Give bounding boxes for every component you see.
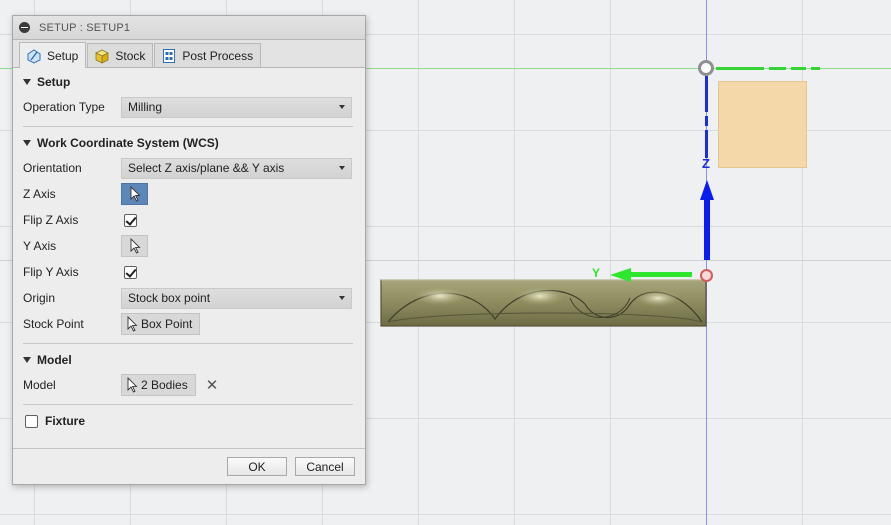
tab-post-process-label: Post Process [182,48,254,63]
flip-y-row: Flip Y Axis [13,259,365,285]
y-axis-select-button[interactable] [121,235,148,257]
stock-point-value: Box Point [141,317,193,331]
model-label: Model [23,378,56,392]
stock-edge-dashed [716,67,820,70]
stock-box[interactable] [718,81,807,168]
dropdown-caret-icon [339,166,345,170]
z-axis-label: Z Axis [23,187,56,201]
orientation-label: Orientation [23,161,82,175]
z-axis-label: Z [702,156,710,171]
setup-dialog: SETUP : SETUP1 Setup Stock Post Process … [12,15,366,485]
tab-post-process[interactable]: Post Process [154,43,262,67]
section-divider [23,343,353,344]
cursor-arrow-icon [127,316,138,332]
collapse-icon[interactable] [19,22,30,33]
origin-row: Origin Stock box point [13,285,365,311]
post-process-icon [161,48,177,64]
stock-cube-icon [94,48,110,64]
cursor-arrow-icon [130,238,141,254]
flip-y-label: Flip Y Axis [23,265,79,279]
stock-point-button[interactable]: Box Point [121,313,201,335]
operation-type-row: Operation Type Milling [13,94,365,120]
operation-type-label: Operation Type [23,100,105,114]
model-value: 2 Bodies [141,378,188,392]
chevron-down-icon [23,140,31,146]
operation-type-value: Milling [128,100,163,114]
dialog-title: SETUP : SETUP1 [39,21,131,34]
z-axis-row: Z Axis [13,181,365,207]
y-axis-row: Y Axis [13,233,365,259]
section-divider [23,404,353,405]
z-axis-select-button[interactable] [121,183,148,205]
y-axis-label: Y Axis [23,239,57,253]
operation-type-select[interactable]: Milling [121,96,352,118]
dropdown-caret-icon [339,296,345,300]
stock-point-row: Stock Point Box Point [13,311,365,337]
flip-y-checkbox[interactable] [124,265,137,279]
section-wcs-title: Work Coordinate System (WCS) [37,136,219,150]
chevron-down-icon [23,357,31,363]
tab-stock-label: Stock [115,48,146,63]
origin-label: Origin [23,291,56,305]
fixture-row: Fixture [13,409,365,433]
z-axis-dashed [705,76,708,158]
dialog-tabs: Setup Stock Post Process [13,40,365,68]
setup-icon [26,48,42,64]
tab-setup[interactable]: Setup [19,42,87,68]
orientation-row: Orientation Select Z axis/plane && Y axi… [13,155,365,181]
section-setup-title: Setup [37,75,71,89]
fixture-checkbox[interactable] [25,414,38,428]
model-select-button[interactable]: 2 Bodies [121,374,196,396]
model-part[interactable] [380,274,708,330]
section-model-title: Model [37,353,72,367]
clear-selection-icon[interactable]: ✕ [206,378,219,393]
z-axis-arrow-head[interactable] [700,180,714,200]
y-axis-arrow[interactable] [630,272,692,277]
tab-stock[interactable]: Stock [87,43,154,67]
y-axis-arrow-head[interactable] [610,268,631,282]
origin-select[interactable]: Stock box point [121,287,352,309]
ok-button[interactable]: OK [227,457,287,476]
tab-setup-label: Setup [47,48,79,63]
section-model-header[interactable]: Model [13,348,365,372]
y-axis-label: Y [592,266,601,280]
section-wcs-header[interactable]: Work Coordinate System (WCS) [13,131,365,155]
orientation-value: Select Z axis/plane && Y axis [128,161,285,175]
cursor-arrow-icon [130,186,141,202]
model-row: Model 2 Bodies ✕ [13,372,365,398]
section-setup-header[interactable]: Setup [13,70,365,94]
origin-point-top[interactable] [698,60,714,76]
orientation-select[interactable]: Select Z axis/plane && Y axis [121,157,352,179]
dialog-footer: OK Cancel [13,448,365,484]
flip-z-label: Flip Z Axis [23,213,79,227]
fixture-label: Fixture [45,414,86,428]
wcs-origin-point[interactable] [700,269,713,282]
origin-value: Stock box point [128,291,211,305]
chevron-down-icon [23,79,31,85]
stock-point-label: Stock Point [23,317,84,331]
z-axis-arrow[interactable] [704,198,710,260]
flip-z-row: Flip Z Axis [13,207,365,233]
cancel-button[interactable]: Cancel [295,457,355,476]
dialog-titlebar[interactable]: SETUP : SETUP1 [13,16,365,40]
dropdown-caret-icon [339,105,345,109]
section-divider [23,126,353,127]
flip-z-checkbox[interactable] [124,213,137,227]
cursor-arrow-icon [127,377,138,393]
